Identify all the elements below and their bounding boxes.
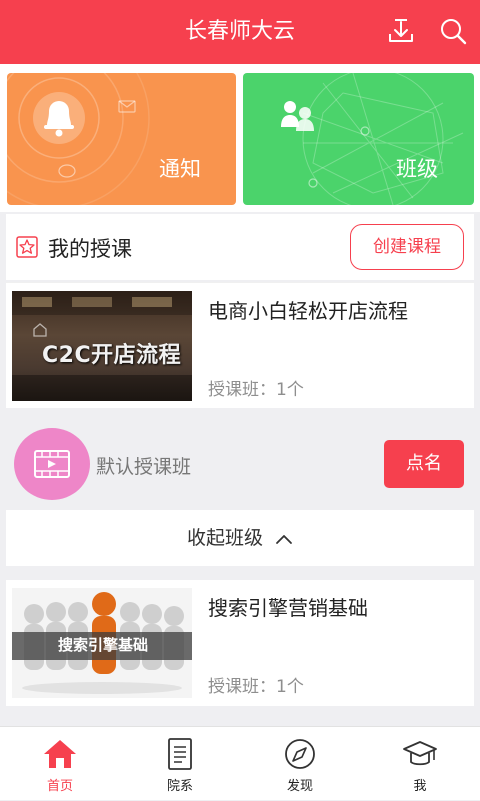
tile-notifications-label: 通知 — [159, 153, 201, 183]
thumbnail-caption: C2C开店流程 — [42, 337, 181, 369]
course-item[interactable]: C2C开店流程 电商小白轻松开店流程 授课班：1个 — [6, 282, 474, 408]
class-row[interactable]: 默认授课班 点名 — [6, 424, 474, 504]
collapse-classes-button[interactable]: 收起班级 — [6, 510, 474, 566]
course-item[interactable]: 搜索引擎基础 搜索引擎营销基础 授课班：1个 — [6, 580, 474, 706]
chevron-up-icon — [275, 533, 293, 545]
tile-classes[interactable]: 班级 — [243, 73, 474, 205]
roll-call-button[interactable]: 点名 — [384, 440, 464, 488]
thumbnail-caption: 搜索引擎基础 — [58, 634, 148, 655]
collapse-label: 收起班级 — [187, 527, 263, 549]
video-icon — [34, 450, 70, 478]
tile-notifications[interactable]: 通知 — [7, 73, 236, 205]
tab-discover-label: 发现 — [240, 775, 360, 794]
my-courses-header: 我的授课 创建课程 — [6, 214, 474, 280]
tab-home[interactable]: 首页 — [0, 727, 120, 801]
search-icon[interactable] — [438, 16, 468, 46]
notification-bell-illustration — [7, 73, 236, 205]
tab-discover[interactable]: 发现 — [240, 727, 360, 801]
document-list-icon — [162, 737, 198, 771]
tile-classes-label: 班级 — [396, 153, 438, 183]
course-name: 搜索引擎营销基础 — [208, 592, 368, 621]
course-class-count: 授课班：1个 — [208, 375, 304, 400]
class-name: 默认授课班 — [96, 452, 191, 479]
class-avatar — [14, 428, 90, 500]
class-people-illustration — [243, 73, 474, 205]
feature-tiles: 通知 班级 — [0, 64, 480, 212]
tab-me-label: 我 — [360, 775, 480, 794]
star-icon — [16, 236, 38, 258]
create-course-button[interactable]: 创建课程 — [350, 224, 464, 270]
graduation-cap-icon — [402, 737, 438, 771]
bottom-tab-bar: 首页 院系 发现 我 — [0, 726, 480, 800]
tab-me[interactable]: 我 — [360, 727, 480, 801]
course-name: 电商小白轻松开店流程 — [208, 295, 408, 324]
course-class-count: 授课班：1个 — [208, 672, 304, 697]
course-thumbnail: 搜索引擎基础 — [12, 588, 192, 698]
tab-departments[interactable]: 院系 — [120, 727, 240, 801]
compass-icon — [282, 737, 318, 771]
tab-departments-label: 院系 — [120, 775, 240, 794]
tab-home-label: 首页 — [0, 775, 120, 794]
download-icon[interactable] — [386, 16, 416, 46]
section-title: 我的授课 — [48, 233, 132, 263]
home-icon — [42, 737, 78, 771]
course-thumbnail: C2C开店流程 — [12, 291, 192, 401]
top-app-bar: 长春师大云 — [0, 0, 480, 64]
